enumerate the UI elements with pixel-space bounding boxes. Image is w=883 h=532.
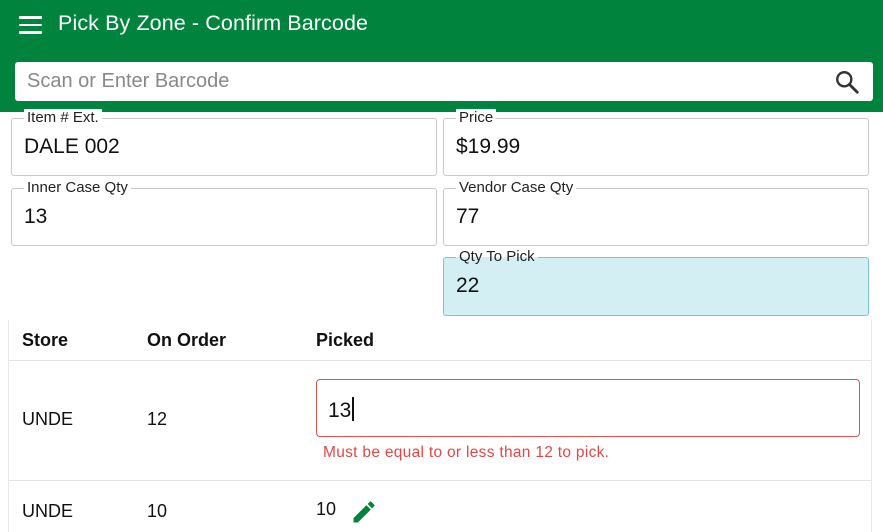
inner-case-qty-value: 13 [24,205,48,228]
vendor-case-qty-value: 77 [456,205,480,228]
search-icon[interactable] [834,69,860,95]
inner-case-qty-field: Inner Case Qty 13 [11,179,437,246]
search-bar [15,62,873,101]
price-label: Price [456,109,497,127]
qty-to-pick-value: 22 [456,274,480,297]
hamburger-menu-icon[interactable] [17,13,45,37]
qty-to-pick-label: Qty To Pick [456,248,538,266]
qty-to-pick-field: Qty To Pick 22 [443,248,869,316]
text-cursor [352,397,354,421]
row-store: UNDE [22,409,74,429]
app-bar: Pick By Zone - Confirm Barcode [0,0,883,112]
vendor-case-qty-field: Vendor Case Qty 77 [443,179,869,246]
price-field: Price $19.99 [443,109,869,176]
picked-qty-input[interactable]: 13 [316,379,860,437]
vendor-case-qty-label: Vendor Case Qty [456,179,577,197]
barcode-search-input[interactable] [15,62,815,101]
column-header-on-order: On Order [147,330,227,350]
item-ext-field: Item # Ext. DALE 002 [11,109,437,176]
store-picks-table: Store On Order Picked UNDE 12 13 Must be… [8,320,872,532]
header-divider [9,360,871,361]
row-on-order: 12 [147,409,168,429]
page-title: Pick By Zone - Confirm Barcode [58,11,369,35]
row-picked-value: 10 [316,499,337,519]
item-ext-value: DALE 002 [24,135,120,158]
row-divider [9,480,871,481]
pencil-edit-icon[interactable] [350,498,378,526]
picked-qty-value: 13 [328,399,352,422]
picked-qty-error: Must be equal to or less than 12 to pick… [323,444,610,461]
column-header-picked: Picked [316,330,375,350]
row-on-order: 10 [147,501,168,521]
item-ext-label: Item # Ext. [24,109,102,127]
column-header-store: Store [22,330,69,350]
inner-case-qty-label: Inner Case Qty [24,179,131,197]
price-value: $19.99 [456,135,521,158]
row-store: UNDE [22,501,74,521]
